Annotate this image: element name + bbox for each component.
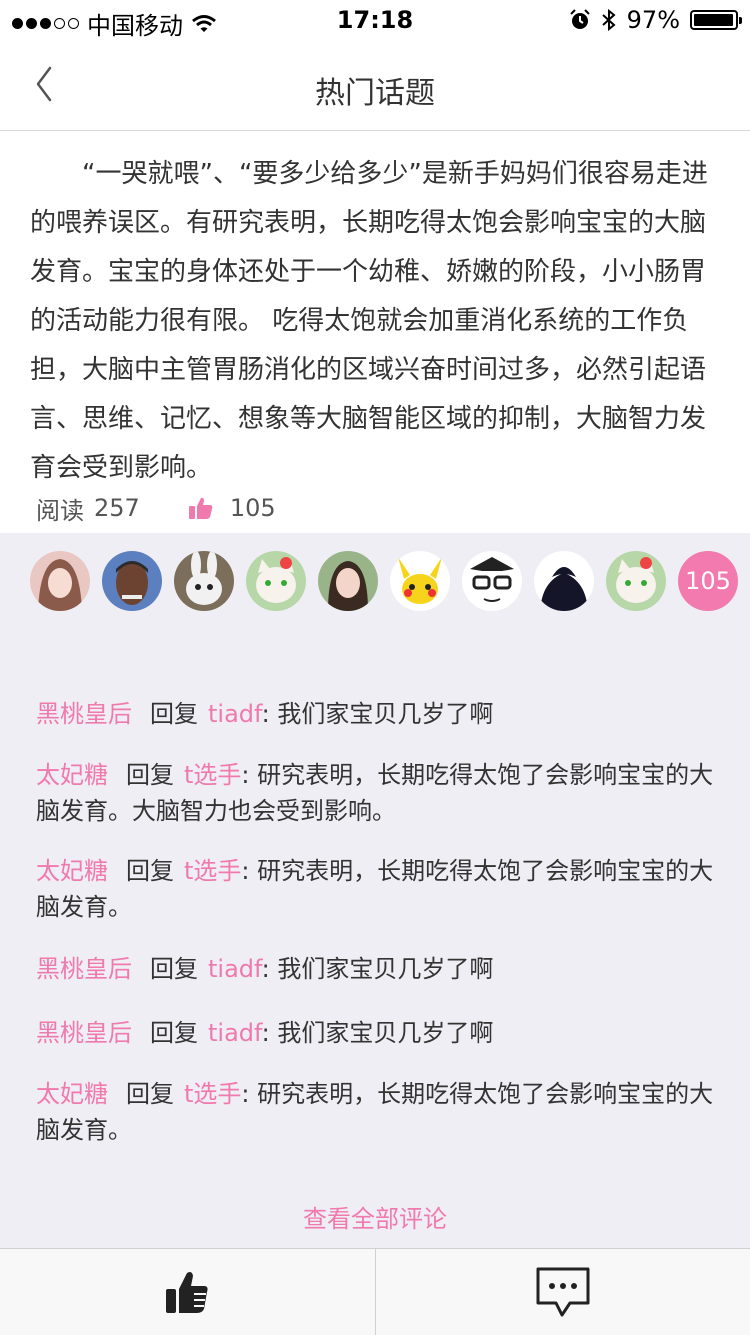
avatar[interactable] [462, 551, 522, 611]
view-all-comments-link[interactable]: 查看全部评论 [0, 1199, 750, 1234]
reply-label: 回复 [150, 1019, 198, 1047]
reply-target[interactable]: tiadf [208, 955, 262, 983]
comment-item[interactable]: 太妃糖回复t选手: 研究表明，长期吃得太饱了会影响宝宝的大脑发育。 [36, 853, 720, 925]
nav-bar: 热门话题 [0, 40, 750, 131]
reply-target[interactable]: tiadf [208, 700, 262, 728]
thumbs-up-icon [164, 1267, 210, 1317]
avatar[interactable] [390, 551, 450, 611]
read-count: 257 [94, 494, 140, 522]
reply-target[interactable]: tiadf [208, 1019, 262, 1047]
comment-user[interactable]: 太妃糖 [36, 1080, 108, 1108]
comment-user[interactable]: 黑桃皇后 [36, 700, 132, 728]
reply-label: 回复 [150, 700, 198, 728]
avatar[interactable] [246, 551, 306, 611]
like-button[interactable] [0, 1249, 375, 1335]
comment-text: : 我们家宝贝几岁了啊 [262, 1019, 494, 1047]
bottom-action-bar [0, 1248, 750, 1335]
reply-label: 回复 [126, 857, 174, 885]
article-body: “一哭就喂”、“要多少给多少”是新手妈妈们很容易走进的喂养误区。有研究表明，长期… [30, 150, 720, 493]
comment-button[interactable] [376, 1249, 750, 1335]
comment-user[interactable]: 黑桃皇后 [36, 955, 132, 983]
thumbs-up-icon[interactable] [188, 495, 214, 521]
reply-target[interactable]: t选手 [184, 761, 241, 789]
avatar[interactable] [30, 551, 90, 611]
status-bar: 中国移动 17:18 97% [0, 0, 750, 40]
reply-label: 回复 [126, 1080, 174, 1108]
battery-percent: 97% [627, 6, 680, 34]
reply-label: 回复 [126, 761, 174, 789]
comment-user[interactable]: 黑桃皇后 [36, 1019, 132, 1047]
comment-user[interactable]: 太妃糖 [36, 761, 108, 789]
liker-avatars: 105 [30, 551, 738, 611]
avatar[interactable] [606, 551, 666, 611]
comment-text: : 我们家宝贝几岁了啊 [262, 700, 494, 728]
avatar[interactable] [534, 551, 594, 611]
comment-item[interactable]: 黑桃皇后回复 tiadf: 我们家宝贝几岁了啊 [36, 1015, 720, 1051]
reply-target[interactable]: t选手 [184, 857, 241, 885]
status-right: 97% [569, 6, 738, 34]
alarm-icon [569, 9, 591, 31]
battery-fill [694, 14, 733, 26]
like-count: 105 [230, 494, 276, 522]
likers-count-badge[interactable]: 105 [678, 551, 738, 611]
article-stats: 阅读 257 105 [36, 488, 276, 528]
page-title: 热门话题 [0, 68, 750, 112]
reply-label: 回复 [150, 955, 198, 983]
comment-text: : 我们家宝贝几岁了啊 [262, 955, 494, 983]
bluetooth-icon [601, 8, 617, 32]
avatar[interactable] [174, 551, 234, 611]
reply-target[interactable]: t选手 [184, 1080, 241, 1108]
comment-user[interactable]: 太妃糖 [36, 857, 108, 885]
avatar[interactable] [318, 551, 378, 611]
comments-panel: 105 黑桃皇后回复tiadf: 我们家宝贝几岁了啊 太妃糖回复t选手: 研究表… [0, 533, 750, 1248]
battery-icon [690, 10, 738, 30]
read-label: 阅读 [36, 491, 84, 526]
comment-item[interactable]: 黑桃皇后回复 tiadf: 我们家宝贝几岁了啊 [36, 696, 720, 732]
avatar[interactable] [102, 551, 162, 611]
comment-bubble-icon [534, 1265, 592, 1319]
comment-item[interactable]: 太妃糖回复t选手: 研究表明，长期吃得太饱了会影响宝宝的大脑发育。 [36, 1076, 720, 1148]
comment-item[interactable]: 黑桃皇后回复 tiadf: 我们家宝贝几岁了啊 [36, 951, 720, 987]
comment-item[interactable]: 太妃糖回复t选手: 研究表明，长期吃得太饱了会影响宝宝的大脑发育。大脑智力也会受… [36, 757, 720, 829]
